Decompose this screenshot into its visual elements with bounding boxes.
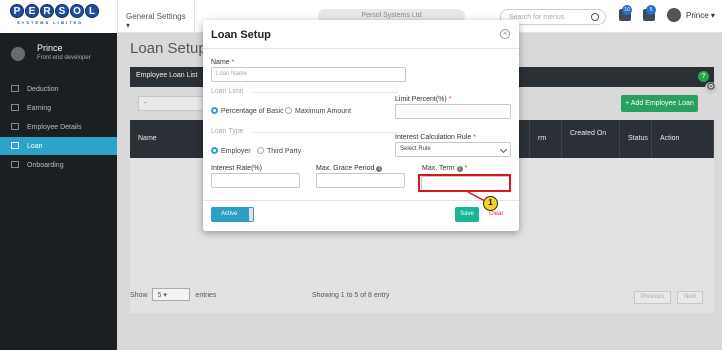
previous-page-button[interactable]: Previous (634, 291, 672, 304)
sidebar-item-deduction[interactable]: Deduction (0, 80, 117, 98)
loan-name-input[interactable]: Loan Name (211, 67, 406, 82)
close-icon[interactable]: × (500, 29, 510, 39)
general-settings-dropdown[interactable]: General Settings ▾ (117, 0, 195, 33)
profile-role: Front end developer (37, 55, 91, 61)
chevron-down-icon (499, 145, 508, 154)
sidebar: Prince Front end developer Deduction Ear… (0, 33, 117, 350)
section-divider (253, 92, 398, 93)
column-status[interactable]: Status (620, 120, 652, 158)
logo-subtitle: SYSTEMS LIMITED (17, 20, 84, 25)
sidebar-item-earning[interactable]: Earning (0, 99, 117, 117)
clear-button[interactable]: Clear (489, 211, 503, 217)
info-icon[interactable]: i (376, 166, 383, 172)
interest-rule-label: Interest Calculation Rule * (395, 134, 476, 141)
table-footer: Show 5 ▾ entries Showing 1 to 5 of 8 ent… (130, 288, 714, 308)
deduction-icon (11, 85, 19, 92)
settings-gear-icon[interactable] (705, 80, 717, 94)
cloud-icon (11, 161, 19, 168)
user-menu[interactable]: Prince ▾ (686, 11, 715, 20)
page-size-select[interactable]: 5 ▾ (152, 288, 191, 301)
column-term[interactable]: rm (530, 120, 562, 158)
modal-title: Loan Setup (211, 29, 271, 41)
modal-divider (203, 48, 519, 49)
employer-radio[interactable]: Employer (211, 147, 251, 155)
percentage-of-basic-radio[interactable]: Percentage of Basic (211, 107, 284, 115)
section-divider (253, 132, 398, 133)
user-avatar[interactable] (667, 8, 681, 22)
loan-icon (11, 142, 19, 149)
profile-name: Prince (37, 43, 63, 53)
sidebar-item-employee-details[interactable]: Employee Details (0, 118, 117, 136)
persol-logo[interactable]: PERSOL (10, 4, 99, 21)
loan-type-section: Loan Type (211, 128, 244, 135)
logo-area: PERSOL SYSTEMS LIMITED (0, 0, 117, 33)
interest-rate-label: Interest Rate(%) (211, 165, 262, 172)
column-action: Action (652, 120, 714, 158)
max-term-highlight (418, 174, 511, 192)
earning-icon (11, 104, 19, 111)
limit-percent-input[interactable] (395, 104, 511, 119)
tab-employee-loan-list[interactable]: Employee Loan List (136, 72, 197, 79)
showing-entries-text: Showing 1 to 5 of 8 entry (312, 292, 390, 299)
max-term-label: Max. Term i * (422, 165, 468, 172)
id-card-icon (11, 123, 19, 130)
sidebar-item-onboarding[interactable]: Onboarding (0, 156, 117, 174)
third-party-radio[interactable]: Third Party (257, 147, 301, 155)
loan-limit-section: Loan Limit (211, 88, 244, 95)
search-icon (591, 13, 599, 21)
show-label: Show (130, 292, 148, 299)
max-grace-period-input[interactable] (316, 173, 405, 188)
info-icon[interactable]: i (456, 166, 463, 172)
max-grace-label: Max. Grace Period i (316, 165, 383, 172)
profile-card: Prince Front end developer (0, 33, 117, 75)
interest-rate-input[interactable] (211, 173, 300, 188)
save-button[interactable]: Save (455, 207, 479, 222)
step-callout-badge: 1 (483, 196, 498, 211)
notifications-badge: 5 (646, 5, 656, 15)
profile-avatar (11, 47, 25, 61)
interest-rule-select[interactable]: Select Rule (395, 142, 511, 157)
active-toggle[interactable]: Active (211, 207, 254, 222)
add-employee-loan-button[interactable]: + Add Employee Loan (621, 95, 698, 112)
limit-percent-label: Limit Percent(%) * (395, 96, 452, 103)
column-created-on[interactable]: Created On (562, 120, 620, 158)
name-label: Name * (211, 59, 235, 66)
entries-label: entries (195, 292, 217, 299)
sidebar-item-loan[interactable]: Loan (0, 137, 117, 155)
messages-badge: 10 (622, 5, 632, 15)
next-page-button[interactable]: Next (677, 291, 704, 304)
maximum-amount-radio[interactable]: Maximum Amount (285, 107, 351, 115)
page-title: Loan Setup (130, 40, 207, 57)
